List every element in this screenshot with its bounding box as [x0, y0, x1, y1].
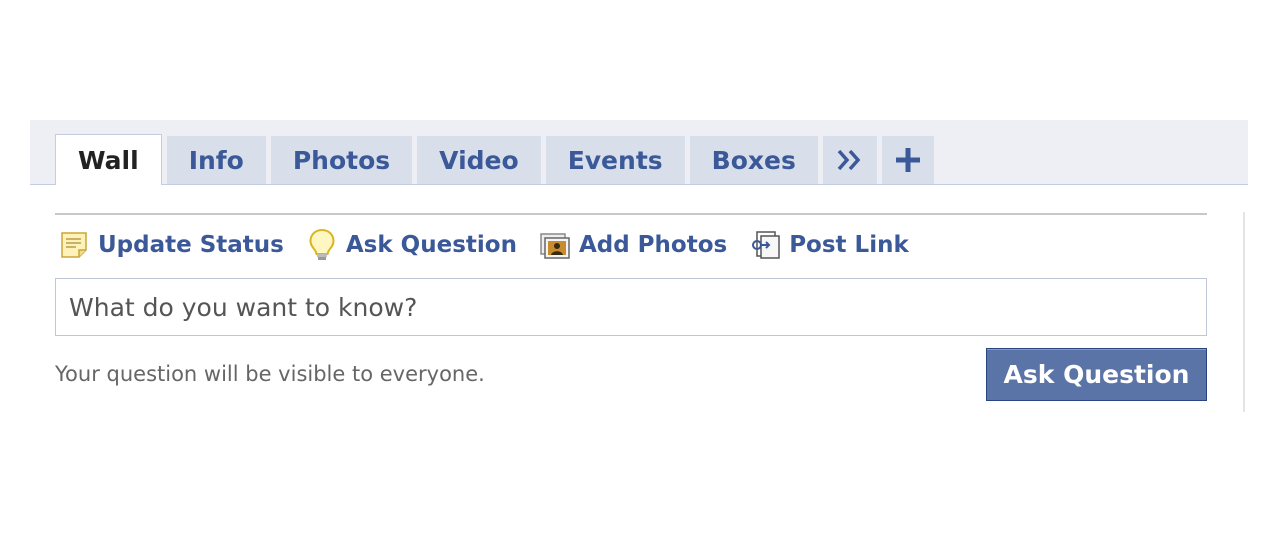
tab-events[interactable]: Events: [545, 136, 685, 184]
composer-actions: Update Status Ask Question Add Photos Po…: [58, 226, 931, 264]
tab-label: Wall: [78, 145, 139, 175]
post-link-label: Post Link: [789, 232, 909, 258]
ask-question-button-label: Ask Question: [1003, 360, 1190, 389]
visibility-hint: Your question will be visible to everyon…: [55, 362, 485, 386]
tab-add-button[interactable]: [881, 136, 934, 184]
question-input[interactable]: What do you want to know?: [55, 278, 1207, 336]
photo-icon: [539, 229, 571, 261]
question-input-text: What do you want to know?: [69, 292, 418, 322]
tab-label: Boxes: [711, 145, 796, 175]
tab-label: Video: [439, 145, 519, 175]
update-status-link[interactable]: Update Status: [58, 229, 284, 261]
plus-icon: [895, 148, 920, 172]
tab-video[interactable]: Video: [417, 136, 541, 184]
post-link-link[interactable]: Post Link: [749, 229, 909, 261]
tab-label: Info: [188, 145, 244, 175]
ask-question-link[interactable]: Ask Question: [306, 228, 517, 261]
add-photos-label: Add Photos: [578, 232, 728, 258]
profile-tabs: Wall Info Photos Video Events Boxes: [55, 134, 939, 185]
column-divider: [1243, 212, 1245, 412]
update-status-label: Update Status: [98, 232, 284, 258]
tab-wall[interactable]: Wall: [55, 134, 162, 185]
page: Wall Info Photos Video Events Boxes Upda…: [0, 0, 1280, 533]
status-note-icon: [58, 229, 90, 261]
tab-boxes[interactable]: Boxes: [689, 136, 818, 184]
tab-photos[interactable]: Photos: [270, 136, 413, 184]
tab-label: Photos: [292, 145, 391, 175]
ask-question-label: Ask Question: [345, 232, 517, 258]
tab-more-button[interactable]: [822, 136, 877, 184]
double-chevron-right-icon: [837, 149, 861, 171]
composer-divider: [55, 213, 1207, 215]
tab-label: Events: [567, 145, 663, 175]
lightbulb-icon: [306, 228, 338, 261]
ask-question-button[interactable]: Ask Question: [986, 348, 1207, 401]
link-icon: [749, 229, 781, 261]
add-photos-link[interactable]: Add Photos: [539, 229, 727, 261]
tab-info[interactable]: Info: [166, 136, 266, 184]
